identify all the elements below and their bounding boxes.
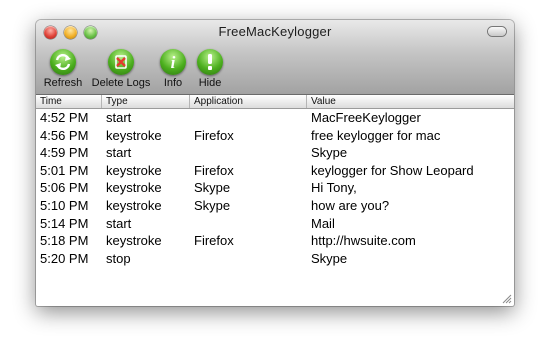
time-cell: 5:14 PM	[40, 215, 89, 231]
application-cell: Firefox	[194, 127, 234, 143]
table-row[interactable]: 5:14 PM start Mail	[36, 215, 514, 233]
application-cell: Skype	[194, 197, 231, 213]
application-cell: Firefox	[194, 162, 234, 178]
hide-button[interactable]: Hide	[197, 49, 223, 89]
window-title: FreeMacKeylogger	[218, 24, 332, 39]
time-cell: 4:56 PM	[40, 127, 89, 143]
time-cell: 5:20 PM	[40, 250, 89, 266]
type-cell: start	[106, 110, 132, 125]
column-header-application[interactable]: Application	[190, 95, 307, 108]
value-cell: Mail	[311, 215, 335, 231]
value-cell: free keylogger for mac	[311, 127, 441, 143]
log-table: 4:52 PM start MacFreeKeylogger 4:56 PM keys…	[36, 109, 514, 267]
value-cell: http://hwsuite.com	[311, 233, 416, 249]
application-cell: Skype	[194, 180, 231, 196]
toolbar-toggle-button[interactable]	[488, 27, 506, 36]
svg-text:i: i	[171, 53, 176, 72]
time-cell: 5:18 PM	[40, 233, 89, 249]
info-label: Info	[163, 77, 183, 89]
table-row[interactable]: 4:52 PM start MacFreeKeylogger	[36, 109, 514, 127]
refresh-button[interactable]: Refresh	[43, 49, 83, 89]
hide-exclamation-icon	[197, 49, 223, 75]
column-header-type[interactable]: Type	[102, 95, 190, 108]
value-cell: how are you?	[311, 197, 390, 213]
value-cell: MacFreeKeylogger	[311, 110, 421, 125]
table-row[interactable]: 4:56 PM keystroke Firefox free keylogger fo…	[36, 127, 514, 145]
type-cell: keystroke	[106, 197, 162, 213]
value-cell: Hi Tony,	[311, 180, 357, 196]
info-button[interactable]: i Info	[160, 49, 186, 89]
table-row[interactable]: 5:06 PM keystroke Skype Hi Tony,	[36, 179, 514, 197]
title-toolbar-area: FreeMacKeylogger Refresh Delete Logs i I…	[36, 20, 514, 95]
table-row[interactable]: 5:20 PM stop Skype	[36, 250, 514, 268]
time-cell: 4:59 PM	[40, 145, 89, 161]
type-cell: stop	[106, 250, 131, 266]
application-cell: Firefox	[194, 233, 234, 249]
table-row[interactable]: 5:10 PM keystroke Skype how are you?	[36, 197, 514, 215]
refresh-arrows-icon	[50, 49, 76, 75]
app-window: FreeMacKeylogger Refresh Delete Logs i I…	[36, 20, 514, 306]
time-cell: 4:52 PM	[40, 110, 89, 125]
value-cell: Skype	[311, 250, 348, 266]
hide-label: Hide	[198, 77, 222, 89]
type-cell: keystroke	[106, 180, 162, 196]
table-row[interactable]: 5:01 PM keystroke Firefox keylogger for Sho…	[36, 162, 514, 180]
column-header-value[interactable]: Value	[307, 95, 514, 108]
value-cell: Skype	[311, 145, 348, 161]
table-row[interactable]: 5:18 PM keystroke Firefox http://hwsuite.co…	[36, 232, 514, 250]
time-cell: 5:01 PM	[40, 162, 89, 178]
table-header: Time Type Application Value	[36, 95, 514, 109]
resize-grip-icon[interactable]	[502, 294, 512, 304]
time-cell: 5:06 PM	[40, 180, 89, 196]
value-cell: keylogger for Show Leopard	[311, 162, 474, 178]
table-row[interactable]: 4:59 PM start Skype	[36, 144, 514, 162]
delete-x-icon	[108, 49, 134, 75]
info-i-icon: i	[160, 49, 186, 75]
column-header-time[interactable]: Time	[36, 95, 102, 108]
delete-logs-button[interactable]: Delete Logs	[91, 49, 151, 89]
delete-logs-label: Delete Logs	[91, 77, 151, 89]
type-cell: keystroke	[106, 233, 162, 249]
type-cell: start	[106, 215, 132, 231]
type-cell: keystroke	[106, 162, 162, 178]
type-cell: keystroke	[106, 127, 162, 143]
refresh-label: Refresh	[43, 77, 83, 89]
time-cell: 5:10 PM	[40, 197, 89, 213]
type-cell: start	[106, 145, 132, 161]
